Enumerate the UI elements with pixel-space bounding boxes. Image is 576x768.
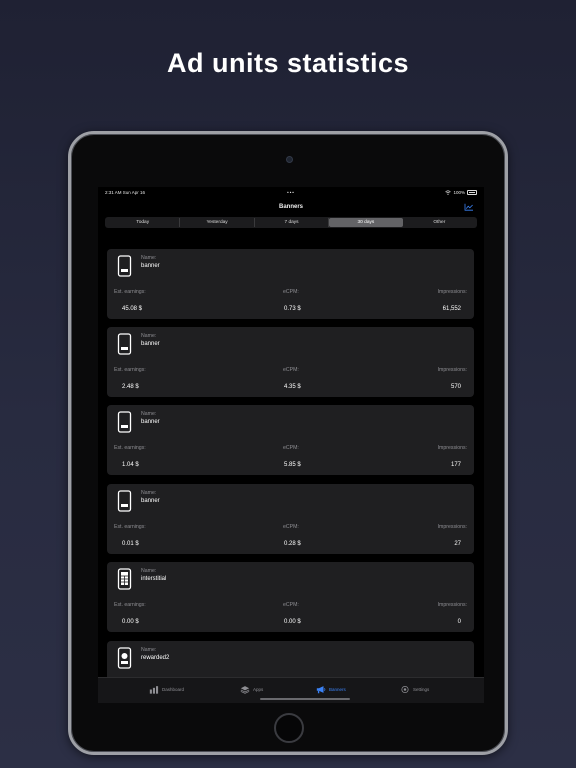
impressions-value: 27: [454, 541, 461, 547]
name-label: Name:: [141, 568, 157, 574]
layers-icon: [240, 686, 250, 694]
ad-units-list[interactable]: Name: banner Est. earnings: eCPM: Impres…: [107, 249, 474, 677]
battery-icon: [467, 190, 477, 195]
impressions-value: 61,552: [442, 306, 461, 312]
wifi-icon: [445, 190, 452, 195]
ad-unit-name: interstitial: [141, 576, 167, 582]
ad-unit-card[interactable]: Name: banner Est. earnings: eCPM: Impres…: [107, 327, 474, 397]
tab-label: Apps: [253, 687, 264, 692]
segment-30-days[interactable]: 30 days: [329, 218, 403, 227]
chart-line-icon[interactable]: [464, 203, 474, 211]
earnings-value: 45.08 $: [122, 306, 143, 312]
impressions-label: Impressions:: [437, 524, 467, 530]
segment-other[interactable]: Other: [403, 218, 476, 227]
earnings-label: Est. earnings:: [114, 289, 146, 295]
impressions-value: 570: [450, 384, 461, 390]
phone-banner-icon: [117, 411, 132, 433]
ecpm-label: eCPM:: [283, 289, 299, 295]
phone-banner-icon: [117, 333, 132, 355]
tab-banners[interactable]: Banners: [316, 685, 346, 694]
gear-icon: [401, 685, 409, 694]
bar-chart-icon: [149, 686, 159, 694]
earnings-label: Est. earnings:: [114, 445, 146, 451]
impressions-label: Impressions:: [437, 602, 467, 608]
page-title: Banners: [278, 204, 303, 210]
name-label: Name:: [141, 333, 157, 339]
segment-yesterday[interactable]: Yesterday: [180, 218, 255, 227]
status-time: 2:31 AM Sun Apr 16: [105, 190, 146, 195]
ecpm-value: 0.28 $: [284, 541, 301, 547]
phone-interstitial-icon: [117, 568, 132, 590]
period-selector: Today Yesterday 7 days 30 days Other: [105, 217, 477, 228]
tab-label: Settings: [413, 687, 430, 692]
segment-today[interactable]: Today: [106, 218, 181, 227]
segment-7-days[interactable]: 7 days: [255, 218, 330, 227]
ecpm-value: 0.73 $: [284, 306, 301, 312]
status-bar: 2:31 AM Sun Apr 16 ••• 100%: [98, 187, 484, 198]
name-label: Name:: [141, 255, 157, 261]
phone-banner-icon: [117, 255, 132, 277]
earnings-label: Est. earnings:: [114, 602, 146, 608]
ecpm-label: eCPM:: [283, 367, 299, 373]
ad-unit-name: banner: [141, 263, 160, 269]
tab-bar: Dashboard Apps Banners Settings: [98, 677, 484, 703]
tab-settings[interactable]: Settings: [400, 685, 429, 694]
impressions-value: 177: [450, 462, 461, 468]
headline: Ad units statistics: [166, 48, 410, 78]
earnings-value: 0.00 $: [122, 619, 139, 625]
tab-label: Banners: [329, 687, 346, 692]
megaphone-icon: [316, 686, 326, 694]
name-label: Name:: [141, 490, 157, 496]
ecpm-label: eCPM:: [283, 445, 299, 451]
impressions-label: Impressions:: [437, 367, 467, 373]
ad-unit-card[interactable]: Name: interstitial Est. earnings: eCPM: …: [107, 562, 474, 632]
tab-dashboard[interactable]: Dashboard: [149, 685, 184, 694]
impressions-label: Impressions:: [437, 289, 467, 295]
navigation-bar: Banners: [98, 200, 484, 214]
name-label: Name:: [141, 647, 157, 653]
ad-unit-name: rewarded2: [141, 655, 170, 661]
ad-unit-card[interactable]: Name: banner Est. earnings: eCPM: Impres…: [107, 405, 474, 475]
front-camera: [286, 156, 293, 163]
earnings-value: 2.48 $: [122, 384, 139, 390]
ad-unit-card[interactable]: Name: banner Est. earnings: eCPM: Impres…: [107, 484, 474, 554]
ecpm-value: 5.85 $: [284, 462, 301, 468]
earnings-value: 1.04 $: [122, 462, 139, 468]
ecpm-value: 4.35 $: [284, 384, 301, 390]
earnings-label: Est. earnings:: [114, 367, 146, 373]
ad-unit-card[interactable]: Name: banner Est. earnings: eCPM: Impres…: [107, 249, 474, 319]
ecpm-label: eCPM:: [283, 602, 299, 608]
name-label: Name:: [141, 411, 157, 417]
tab-label: Dashboard: [162, 687, 185, 692]
home-button[interactable]: [274, 713, 304, 743]
earnings-value: 0.01 $: [122, 541, 139, 547]
impressions-value: 0: [457, 619, 461, 625]
earnings-label: Est. earnings:: [114, 524, 146, 530]
ad-unit-name: banner: [141, 498, 160, 504]
multitask-dots[interactable]: •••: [229, 190, 353, 195]
phone-banner-icon: [117, 490, 132, 512]
phone-rewarded-icon: [117, 647, 132, 669]
ad-unit-name: banner: [141, 419, 160, 425]
ipad-frame: 2:31 AM Sun Apr 16 ••• 100% Banners Toda…: [68, 131, 508, 755]
ecpm-value: 0.00 $: [284, 619, 301, 625]
ad-unit-card[interactable]: Name: rewarded2: [107, 641, 474, 677]
ecpm-label: eCPM:: [283, 524, 299, 530]
ad-unit-name: banner: [141, 341, 160, 347]
impressions-label: Impressions:: [437, 445, 467, 451]
app-screen: 2:31 AM Sun Apr 16 ••• 100% Banners Toda…: [98, 187, 484, 703]
home-indicator[interactable]: [260, 698, 350, 700]
battery-percent: 100%: [453, 190, 465, 195]
tab-apps[interactable]: Apps: [240, 685, 263, 694]
